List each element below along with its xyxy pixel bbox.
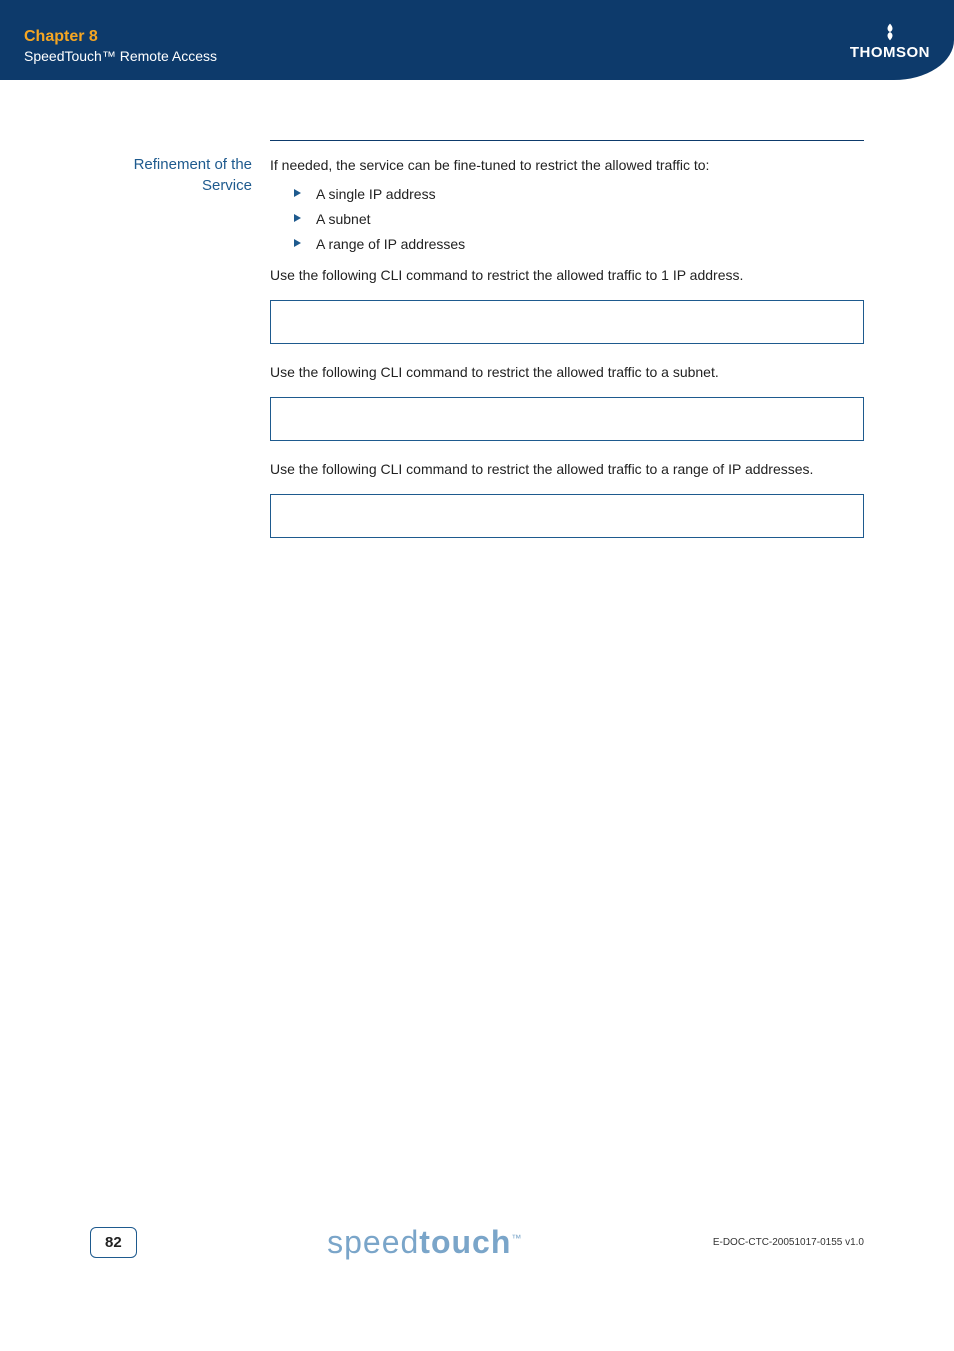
chapter-title: Chapter 8	[24, 28, 217, 46]
document-id: E-DOC-CTC-20051017-0155 v1.0	[713, 1237, 864, 1248]
code-box-3	[270, 494, 864, 538]
code-box-1	[270, 300, 864, 344]
brand-icon	[880, 22, 900, 42]
section-row: Refinement of the Service If needed, the…	[90, 140, 864, 556]
header-bar: Chapter 8 SpeedTouch™ Remote Access THOM…	[0, 0, 954, 80]
section-divider	[270, 140, 864, 141]
bullet-list: A single IP address A subnet A range of …	[270, 184, 864, 255]
list-item: A range of IP addresses	[294, 234, 864, 255]
thomson-logo: THOMSON	[850, 22, 930, 61]
list-item: A subnet	[294, 209, 864, 230]
section-label: Refinement of the Service	[90, 140, 270, 196]
cli-instruction-2: Use the following CLI command to restric…	[270, 362, 864, 383]
section-label-line1: Refinement of the	[134, 156, 252, 173]
list-item: A single IP address	[294, 184, 864, 205]
speedtouch-logo: speedtouch™	[327, 1224, 522, 1261]
intro-text: If needed, the service can be fine-tuned…	[270, 155, 864, 176]
code-box-2	[270, 397, 864, 441]
logo-tm: ™	[511, 1233, 522, 1244]
logo-bold: touch	[419, 1224, 511, 1260]
cli-instruction-3: Use the following CLI command to restric…	[270, 459, 864, 480]
section-body: If needed, the service can be fine-tuned…	[270, 140, 864, 556]
logo-prefix: speed	[327, 1224, 419, 1260]
brand-text: THOMSON	[850, 44, 930, 61]
content-area: Refinement of the Service If needed, the…	[0, 80, 954, 556]
chapter-subtitle: SpeedTouch™ Remote Access	[24, 48, 217, 64]
footer: 82 speedtouch™ E-DOC-CTC-20051017-0155 v…	[0, 1224, 954, 1261]
header-left: Chapter 8 SpeedTouch™ Remote Access	[24, 28, 217, 64]
section-label-line2: Service	[202, 177, 252, 194]
cli-instruction-1: Use the following CLI command to restric…	[270, 265, 864, 286]
header-brand: THOMSON	[850, 22, 930, 61]
page-number: 82	[90, 1227, 137, 1258]
